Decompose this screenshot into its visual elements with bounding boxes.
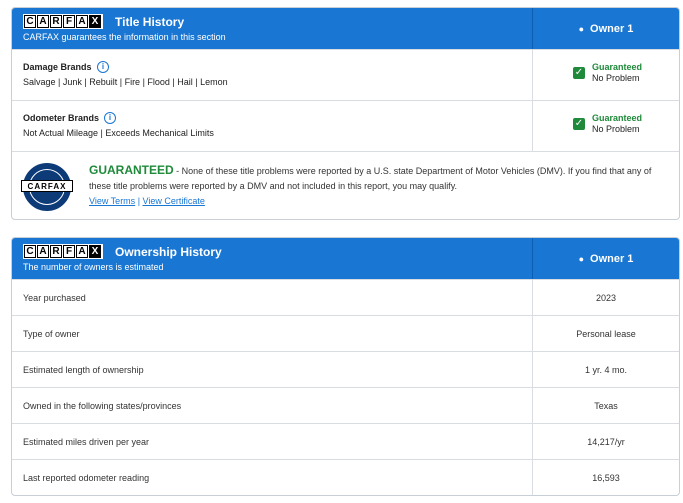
row-value: 14,217/yr xyxy=(587,436,625,447)
damage-brands-row: Damage Brands i Salvage | Junk | Rebuilt… xyxy=(12,49,679,100)
guarantee-links: View Terms | View Certificate xyxy=(89,196,205,206)
table-row: Estimated length of ownership 1 yr. 4 mo… xyxy=(12,351,679,387)
row-label: Estimated length of ownership xyxy=(23,364,144,375)
info-icon[interactable]: i xyxy=(104,112,116,124)
row-label: Year purchased xyxy=(23,292,86,303)
guarantee-text: GUARANTEED - None of these title problem… xyxy=(89,163,652,191)
person-icon: ● xyxy=(578,23,585,34)
row-value: 1 yr. 4 mo. xyxy=(584,364,628,375)
ownership-history-header: C A R F A X Ownership History The number… xyxy=(12,238,679,279)
table-row: Owned in the following states/provinces … xyxy=(12,387,679,423)
section-title: Ownership History xyxy=(115,245,222,259)
view-certificate-link[interactable]: View Certificate xyxy=(143,196,205,206)
checkmark-icon: ✓ xyxy=(573,67,585,79)
odometer-brands-label: Odometer Brands xyxy=(23,113,100,123)
guarantee-row: CARFAX GUARANTEED - None of these title … xyxy=(12,151,679,219)
row-label: Last reported odometer reading xyxy=(23,472,150,483)
owner-column-header: ● Owner 1 xyxy=(532,8,679,49)
row-value: Personal lease xyxy=(576,328,636,339)
damage-brands-label: Damage Brands xyxy=(23,62,92,72)
title-history-header: C A R F A X Title History CARFAX guarant… xyxy=(12,8,679,49)
row-label: Owned in the following states/provinces xyxy=(23,400,182,411)
table-row: Type of owner Personal lease xyxy=(12,315,679,351)
table-row: Last reported odometer reading 16,593 xyxy=(12,459,679,495)
status-text: No Problem xyxy=(592,73,640,83)
section-subtitle: The number of owners is estimated xyxy=(23,262,164,272)
status-text: No Problem xyxy=(592,124,640,134)
ownership-history-card: C A R F A X Ownership History The number… xyxy=(11,237,680,496)
row-value: 2023 xyxy=(595,292,617,303)
title-history-card: C A R F A X Title History CARFAX guarant… xyxy=(11,7,680,220)
guarantee-seal-icon: CARFAX xyxy=(21,163,73,211)
section-title: Title History xyxy=(115,15,185,29)
table-row: Estimated miles driven per year 14,217/y… xyxy=(12,423,679,459)
section-subtitle: CARFAX guarantees the information in thi… xyxy=(23,32,226,42)
odometer-brands-row: Odometer Brands i Not Actual Mileage | E… xyxy=(12,100,679,151)
damage-brands-list: Salvage | Junk | Rebuilt | Fire | Flood … xyxy=(23,77,228,87)
row-label: Type of owner xyxy=(23,328,80,339)
odometer-brands-list: Not Actual Mileage | Exceeds Mechanical … xyxy=(23,128,214,138)
row-value: Texas xyxy=(594,400,618,411)
carfax-logo: C A R F A X xyxy=(23,14,103,29)
row-label: Estimated miles driven per year xyxy=(23,436,150,447)
status-guaranteed: Guaranteed xyxy=(592,62,643,72)
table-row: Year purchased 2023 xyxy=(12,279,679,315)
guaranteed-headline: GUARANTEED xyxy=(89,163,174,177)
view-terms-link[interactable]: View Terms xyxy=(89,196,135,206)
person-icon: ● xyxy=(578,253,585,264)
owner-column-header: ● Owner 1 xyxy=(532,238,679,279)
status-guaranteed: Guaranteed xyxy=(592,113,643,123)
info-icon[interactable]: i xyxy=(97,61,109,73)
row-value: 16,593 xyxy=(592,472,620,483)
checkmark-icon: ✓ xyxy=(573,118,585,130)
carfax-logo: C A R F A X xyxy=(23,244,103,259)
